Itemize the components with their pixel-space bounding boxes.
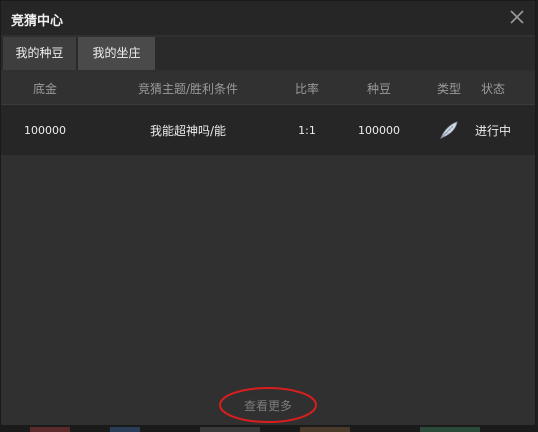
taskbar-strip <box>0 426 538 432</box>
row-ratio: 1:1 <box>298 123 316 137</box>
row-topic: 我能超神吗/能 <box>149 123 227 138</box>
row-status: 进行中 <box>474 123 511 138</box>
view-more-link[interactable]: 查看更多 <box>1 397 535 414</box>
header-type: 类型 <box>436 81 461 96</box>
tab-bar: 我的种豆 我的坐庄 <box>1 37 535 70</box>
row-type <box>429 105 469 155</box>
feather-icon <box>440 121 458 139</box>
guess-center-window: 竞猜中心 我的种豆 我的坐庄 底金 竞猜主题/胜利条件 比率 种豆 类型 状态 … <box>0 0 536 426</box>
tab-my-banker[interactable]: 我的坐庄 <box>78 37 155 70</box>
header-beans: 种豆 <box>366 81 391 96</box>
close-button[interactable] <box>507 7 527 27</box>
window-title: 竞猜中心 <box>11 14 64 29</box>
header-base: 底金 <box>32 81 57 96</box>
header-ratio: 比率 <box>294 81 319 96</box>
close-icon <box>510 10 524 24</box>
header-topic: 竞猜主题/胜利条件 <box>137 81 239 96</box>
row-base: 100000 <box>24 123 66 137</box>
header-status: 状态 <box>480 81 505 96</box>
row-beans: 100000 <box>358 123 400 137</box>
table-row[interactable]: 100000 我能超神吗/能 1:1 100000 进行中 <box>1 105 535 155</box>
table-header: 底金 竞猜主题/胜利条件 比率 种豆 类型 状态 <box>1 72 535 105</box>
tab-my-beans[interactable]: 我的种豆 <box>3 37 76 70</box>
title-bar: 竞猜中心 <box>1 1 535 35</box>
